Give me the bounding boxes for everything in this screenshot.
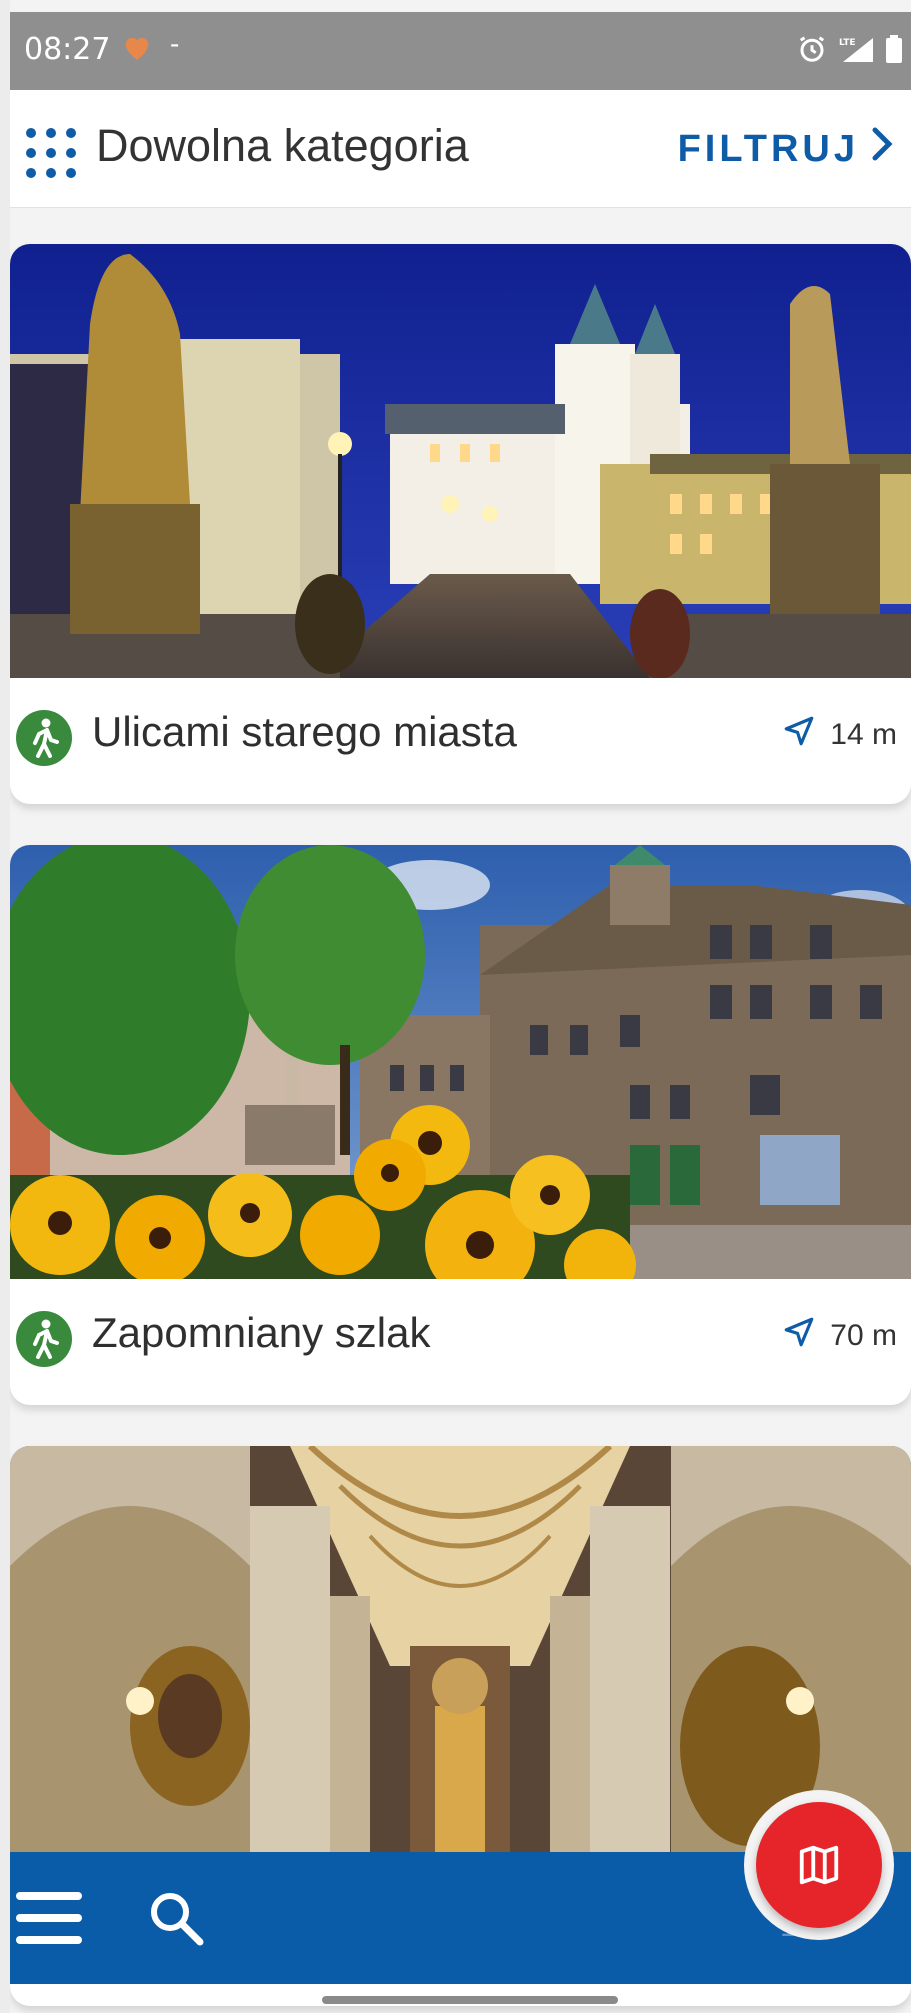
route-distance: 14 m: [782, 714, 897, 756]
route-photo[interactable]: [10, 845, 911, 1279]
network-type: LTE: [839, 38, 856, 48]
status-dash: -: [170, 28, 180, 59]
walking-person-icon: [16, 1311, 72, 1367]
gesture-handle[interactable]: [322, 1996, 618, 2004]
search-icon[interactable]: [146, 1888, 206, 1948]
alarm-icon: [797, 34, 827, 69]
route-name: Ulicami starego miasta: [92, 708, 517, 755]
heart-icon: [120, 30, 154, 64]
distance-value: 70 m: [830, 1319, 897, 1352]
filter-label: FILTRUJ: [677, 127, 859, 170]
status-time: 08:27: [24, 32, 111, 67]
distance-value: 14 m: [830, 718, 897, 751]
route-distance: 70 m: [782, 1315, 897, 1357]
hamburger-menu-icon[interactable]: [16, 1890, 82, 1946]
route-info: Ulicami starego miasta 14 m: [10, 678, 911, 804]
category-title: Dowolna kategoria: [96, 120, 469, 171]
battery-icon: [885, 34, 903, 69]
chevron-right-icon: [871, 126, 893, 172]
route-card[interactable]: Ulicami starego miasta 14 m: [10, 244, 911, 804]
navigation-arrow-icon: [782, 1315, 816, 1357]
route-name: Zapomniany szlak: [92, 1309, 431, 1356]
route-card[interactable]: Zapomniany szlak 70 m: [10, 845, 911, 1405]
app-screen: 08:27 - LTE Dowolna kategoria FILTRUJ Ul…: [10, 0, 911, 2013]
grid-dots-icon[interactable]: [24, 126, 78, 180]
filter-button[interactable]: FILTRUJ: [678, 126, 893, 172]
status-icons: LTE: [797, 34, 903, 69]
route-info: Zapomniany szlak 70 m: [10, 1279, 911, 1405]
navigation-arrow-icon: [782, 714, 816, 756]
status-bar: 08:27 - LTE: [10, 12, 911, 90]
route-photo[interactable]: [10, 244, 911, 678]
walking-person-icon: [16, 710, 72, 766]
map-view-button[interactable]: [756, 1802, 882, 1928]
category-header: Dowolna kategoria FILTRUJ: [10, 90, 911, 208]
signal-icon: LTE: [837, 34, 875, 69]
